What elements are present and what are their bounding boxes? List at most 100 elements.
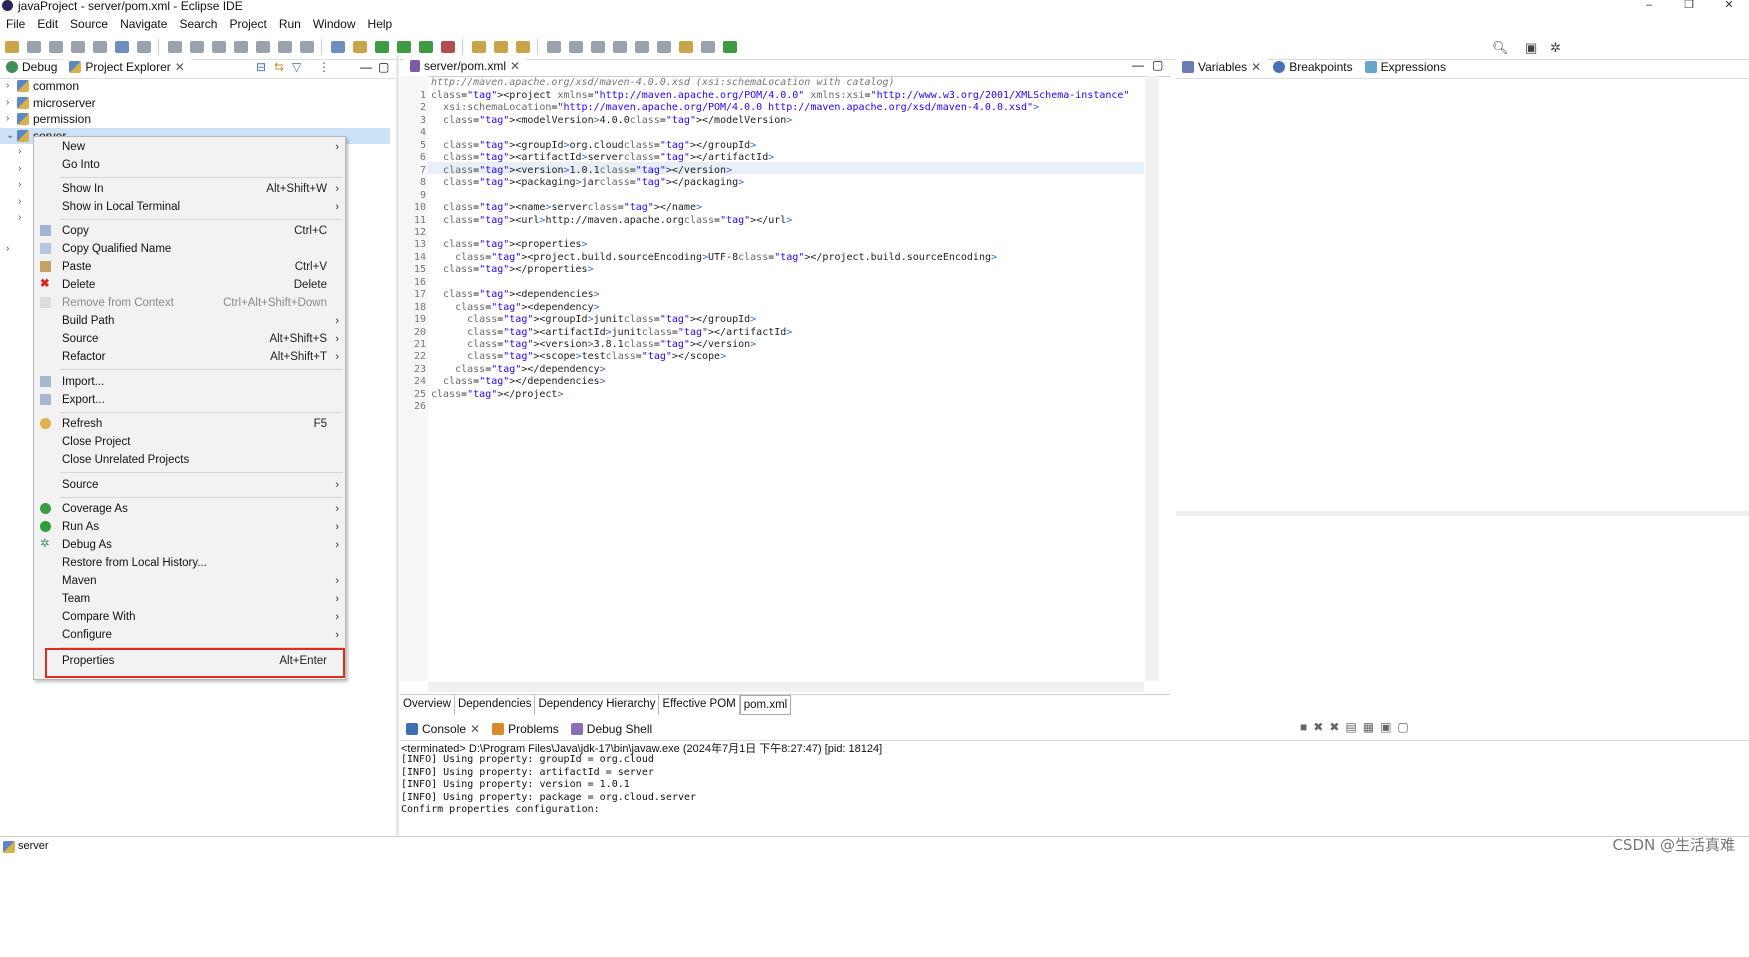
close-window-button[interactable]: ✕: [1709, 0, 1749, 11]
menu-item-new[interactable]: New ›: [34, 138, 345, 156]
tab-debug[interactable]: Debug: [0, 57, 63, 77]
undo-icon[interactable]: [71, 41, 85, 53]
menu-item-configure[interactable]: Configure ›: [34, 626, 345, 644]
menu-file[interactable]: File: [0, 15, 31, 33]
menu-edit[interactable]: Edit: [31, 15, 64, 33]
debug-icon[interactable]: [375, 41, 389, 53]
menu-item-copy-qualified-name[interactable]: Copy Qualified Name: [34, 240, 345, 258]
tab-effective-pom[interactable]: Effective POM: [659, 695, 740, 715]
close-icon[interactable]: ✕: [470, 719, 480, 739]
show-whitespace-icon[interactable]: [591, 41, 605, 53]
open-type-icon[interactable]: [494, 41, 508, 53]
menu-item-refresh[interactable]: Refresh F5: [34, 415, 345, 433]
search-icon[interactable]: [516, 41, 530, 53]
step-into-icon[interactable]: [256, 41, 270, 53]
prev-annotation-icon[interactable]: [569, 41, 583, 53]
tree-item-common[interactable]: › common: [0, 78, 390, 95]
redo-icon[interactable]: [93, 41, 107, 53]
disconnect-icon[interactable]: [234, 41, 248, 53]
remove-all-icon[interactable]: ✖: [1329, 720, 1345, 734]
chevron-right-icon[interactable]: ›: [6, 95, 9, 111]
tab-variables[interactable]: Variables ✕: [1176, 57, 1268, 77]
menu-navigate[interactable]: Navigate: [114, 15, 173, 33]
maximize-editor-icon[interactable]: ▢: [1152, 58, 1163, 72]
minimize-button[interactable]: –: [1629, 0, 1669, 11]
code-editor[interactable]: 1 2 3 4 5 6 7 8 9 10 11 12 13 14 15 16 17 18 19 20 21 22 23 24 2…: [400, 76, 1160, 681]
minimize-view-icon[interactable]: —: [360, 60, 372, 74]
menu-project[interactable]: Project: [223, 15, 272, 33]
menu-help[interactable]: Help: [362, 15, 399, 33]
editor-hscrollbar[interactable]: [428, 682, 1144, 692]
last-edit-icon[interactable]: [613, 41, 627, 53]
close-icon[interactable]: ✕: [510, 56, 520, 76]
tab-console[interactable]: Console ✕: [400, 719, 487, 739]
run-icon[interactable]: [397, 41, 411, 53]
menu-item-maven[interactable]: Maven ›: [34, 572, 345, 590]
nav-forward-icon[interactable]: [701, 41, 715, 53]
back-icon[interactable]: [635, 41, 649, 53]
forward-icon[interactable]: [657, 41, 671, 53]
tab-pom-xml[interactable]: server/pom.xml ✕: [404, 56, 527, 76]
menu-item-export[interactable]: Export...: [34, 391, 345, 409]
tree-item-permission[interactable]: › permission: [0, 111, 390, 128]
menu-item-debug-as[interactable]: ✲ Debug As ›: [34, 536, 345, 554]
perspective-icon[interactable]: ▣: [1525, 40, 1537, 56]
terminal-icon[interactable]: [115, 41, 129, 53]
open-perspective-icon[interactable]: [723, 41, 737, 53]
editor-scrollbar[interactable]: [1145, 76, 1159, 681]
tab-breakpoints[interactable]: Breakpoints: [1267, 57, 1358, 77]
menu-item-source-2[interactable]: Source ›: [34, 476, 345, 494]
menu-item-run-as[interactable]: Run As ›: [34, 518, 345, 536]
next-annotation-icon[interactable]: [547, 41, 561, 53]
menu-run[interactable]: Run: [273, 15, 307, 33]
tab-dependencies[interactable]: Dependencies: [455, 695, 536, 715]
menu-item-refactor[interactable]: Refactor Alt+Shift+T ›: [34, 348, 345, 366]
minimize-editor-icon[interactable]: —: [1132, 58, 1144, 72]
menu-item-remove-from-context[interactable]: Remove from Context Ctrl+Alt+Shift+Down: [34, 294, 345, 312]
chevron-right-icon[interactable]: ›: [6, 78, 9, 94]
skip-breakpoints-icon[interactable]: [137, 41, 151, 53]
tab-expressions[interactable]: Expressions: [1359, 57, 1452, 77]
menu-item-copy[interactable]: Copy Ctrl+C: [34, 222, 345, 240]
menu-window[interactable]: Window: [307, 15, 362, 33]
run-external-icon[interactable]: [441, 41, 455, 53]
chevron-down-icon[interactable]: ⌄: [6, 128, 14, 144]
pin-editor-icon[interactable]: [679, 41, 693, 53]
display-console-icon[interactable]: ▢: [1397, 720, 1414, 734]
menu-item-show-in[interactable]: Show In Alt+Shift+W ›: [34, 180, 345, 198]
chevron-right-icon[interactable]: ›: [6, 111, 9, 127]
pin-console-icon[interactable]: ▣: [1380, 720, 1397, 734]
menu-item-compare-with[interactable]: Compare With ›: [34, 608, 345, 626]
suspend-icon[interactable]: [190, 41, 204, 53]
remove-launch-icon[interactable]: ✖: [1313, 720, 1329, 734]
filter-icon[interactable]: ▽: [292, 60, 301, 74]
restore-button[interactable]: ❐: [1669, 0, 1709, 11]
menu-item-delete[interactable]: ✖ Delete Delete: [34, 276, 345, 294]
tree-item-microserver[interactable]: › microserver: [0, 95, 390, 112]
maximize-view-icon[interactable]: ▢: [378, 60, 389, 74]
save-all-icon[interactable]: [49, 41, 63, 53]
close-icon[interactable]: ✕: [175, 57, 185, 77]
menu-item-close-unrelated-projects[interactable]: Close Unrelated Projects: [34, 451, 345, 469]
menu-source[interactable]: Source: [64, 15, 114, 33]
tab-project-explorer[interactable]: Project Explorer ✕: [63, 57, 191, 77]
tab-dependency-hierarchy[interactable]: Dependency Hierarchy: [535, 695, 660, 715]
menu-item-close-project[interactable]: Close Project: [34, 433, 345, 451]
search-toolbar-icon[interactable]: 🔍︎: [1492, 40, 1509, 56]
menu-item-paste[interactable]: Paste Ctrl+V: [34, 258, 345, 276]
menu-item-show-in-local-terminal[interactable]: Show in Local Terminal ›: [34, 198, 345, 216]
link-editor-icon[interactable]: ⇆: [274, 60, 284, 74]
menu-item-build-path[interactable]: Build Path ›: [34, 312, 345, 330]
save-icon[interactable]: [27, 41, 41, 53]
new-java-project-icon[interactable]: [472, 41, 486, 53]
tab-problems[interactable]: Problems: [486, 719, 565, 739]
resume-icon[interactable]: [168, 41, 182, 53]
debug-perspective-icon[interactable]: ✲: [1550, 40, 1561, 56]
step-return-icon[interactable]: [300, 41, 314, 53]
maven-icon[interactable]: [353, 41, 367, 53]
tab-debug-shell[interactable]: Debug Shell: [565, 719, 658, 739]
external-tools-icon[interactable]: [331, 41, 345, 53]
tab-overview[interactable]: Overview: [400, 695, 455, 715]
collapse-all-icon[interactable]: ⊟: [256, 60, 266, 74]
terminate-icon[interactable]: [212, 41, 226, 53]
